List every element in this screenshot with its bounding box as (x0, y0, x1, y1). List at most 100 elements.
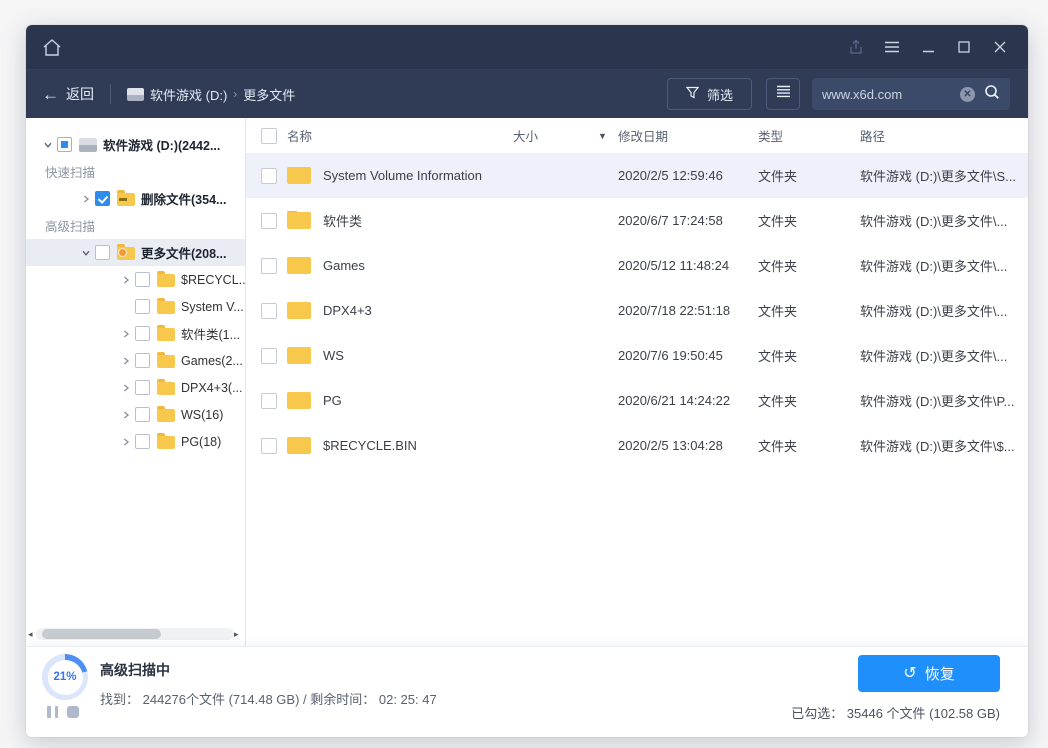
back-button[interactable]: ← 返回 (42, 84, 94, 104)
folder-icon (157, 301, 175, 314)
table-row[interactable]: $RECYCLE.BIN2020/2/5 13:04:28文件夹软件游戏 (D:… (246, 423, 1028, 468)
table-row[interactable]: PG2020/6/21 14:24:22文件夹软件游戏 (D:)\更多文件\P.… (246, 378, 1028, 423)
file-name: PG (323, 393, 342, 408)
tree-checkbox[interactable] (135, 326, 150, 341)
minimize-button[interactable] (910, 31, 946, 63)
folder-icon (157, 436, 175, 449)
breadcrumb-current[interactable]: 更多文件 (243, 85, 295, 104)
cell-name: Games (287, 257, 513, 274)
scroll-right-icon[interactable]: ▸ (234, 627, 242, 641)
scroll-left-icon[interactable]: ◂ (28, 627, 36, 641)
chevron-right-icon[interactable] (118, 329, 133, 339)
tree-item[interactable]: 删除文件(354... (26, 185, 245, 212)
breadcrumb-drive[interactable]: 软件游戏 (D:) (150, 85, 227, 104)
chevron-right-icon[interactable] (118, 275, 133, 285)
chevron-down-icon[interactable] (40, 140, 55, 150)
tree-item-label: 软件类(1... (181, 324, 240, 343)
chevron-right-icon[interactable] (118, 437, 133, 447)
cell-path: 软件游戏 (D:)\更多文件\... (860, 211, 1028, 230)
breadcrumb: 软件游戏 (D:) › 更多文件 (127, 85, 667, 104)
chevron-right-icon[interactable] (78, 194, 93, 204)
row-checkbox[interactable] (261, 168, 277, 184)
recover-label: 恢复 (925, 663, 955, 684)
column-header-path[interactable]: 路径 (860, 126, 1028, 145)
chevron-right-icon[interactable] (118, 356, 133, 366)
toolbar-divider (110, 84, 111, 104)
cell-type: 文件夹 (758, 301, 860, 320)
file-name: Games (323, 258, 365, 273)
file-name: $RECYCLE.BIN (323, 438, 417, 453)
tree-checkbox[interactable] (135, 380, 150, 395)
cell-type: 文件夹 (758, 346, 860, 365)
minimize-icon (922, 41, 935, 54)
back-arrow-icon: ← (42, 86, 59, 103)
table-row[interactable]: DPX4+32020/7/18 22:51:18文件夹软件游戏 (D:)\更多文… (246, 288, 1028, 333)
chevron-down-icon[interactable] (78, 248, 93, 258)
column-header-type[interactable]: 类型 (758, 126, 860, 145)
tree-checkbox[interactable] (95, 245, 110, 260)
close-icon (994, 41, 1006, 53)
row-checkbox[interactable] (261, 213, 277, 229)
tree-checkbox[interactable] (135, 299, 150, 314)
tree-item[interactable]: 软件游戏 (D:)(2442... (26, 131, 245, 158)
tree-checkbox[interactable] (135, 434, 150, 449)
search-input[interactable] (822, 87, 960, 102)
row-checkbox[interactable] (261, 258, 277, 274)
folder-icon (287, 212, 311, 229)
tree-checkbox[interactable] (57, 137, 72, 152)
tree-item-label: 软件游戏 (D:)(2442... (103, 135, 220, 154)
share-button[interactable] (838, 31, 874, 63)
column-header-modified[interactable]: 修改日期 (618, 126, 758, 145)
column-header-size[interactable]: 大小 ▼ (513, 126, 618, 145)
tree-item[interactable]: WS(16) (26, 401, 245, 428)
table-row[interactable]: Games2020/5/12 11:48:24文件夹软件游戏 (D:)\更多文件… (246, 243, 1028, 288)
home-button[interactable] (34, 31, 70, 63)
tree-checkbox[interactable] (135, 272, 150, 287)
tree-item[interactable]: DPX4+3(... (26, 374, 245, 401)
tree-item-label: 删除文件(354... (141, 189, 226, 208)
close-button[interactable] (982, 31, 1018, 63)
tree-checkbox[interactable] (135, 353, 150, 368)
scrollbar-track[interactable] (36, 628, 234, 640)
select-all-checkbox[interactable] (261, 128, 277, 144)
row-checkbox[interactable] (261, 303, 277, 319)
maximize-button[interactable] (946, 31, 982, 63)
table-row[interactable]: 软件类2020/6/7 17:24:58文件夹软件游戏 (D:)\更多文件\..… (246, 198, 1028, 243)
search-icon[interactable] (984, 84, 1000, 105)
scrollbar-thumb[interactable] (42, 629, 161, 639)
tree-item[interactable]: $RECYCL... (26, 266, 245, 293)
table-row[interactable]: System Volume Information2020/2/5 12:59:… (246, 153, 1028, 198)
pause-button[interactable] (47, 706, 58, 718)
tree-item[interactable]: 软件类(1... (26, 320, 245, 347)
tree-item[interactable]: Games(2... (26, 347, 245, 374)
cell-name: WS (287, 347, 513, 364)
chevron-right-icon[interactable] (118, 410, 133, 420)
tree-item[interactable]: 更多文件(208... (26, 239, 245, 266)
tree-item[interactable]: PG(18) (26, 428, 245, 455)
table-row[interactable]: WS 2020/7/6 19:50:45文件夹软件游戏 (D:)\更多文件\... (246, 333, 1028, 378)
tree-checkbox[interactable] (135, 407, 150, 422)
sidebar-horizontal-scrollbar[interactable]: ◂ ▸ (28, 627, 242, 641)
restore-icon: ↺ (903, 666, 916, 682)
sort-arrow-icon[interactable]: ▼ (598, 131, 607, 141)
view-mode-button[interactable] (766, 78, 800, 110)
tree-checkbox[interactable] (95, 191, 110, 206)
cell-name: DPX4+3 (287, 302, 513, 319)
chevron-right-icon[interactable] (118, 383, 133, 393)
recover-button[interactable]: ↺ 恢复 (858, 655, 1000, 692)
menu-button[interactable] (874, 31, 910, 63)
cell-modified: 2020/7/6 19:50:45 (618, 348, 758, 363)
cell-path: 软件游戏 (D:)\更多文件\... (860, 346, 1028, 365)
row-checkbox[interactable] (261, 348, 277, 364)
filter-button[interactable]: 筛选 (667, 78, 752, 110)
clear-search-icon[interactable]: ✕ (960, 87, 975, 102)
folder-icon (287, 167, 311, 184)
cell-type: 文件夹 (758, 211, 860, 230)
tree-item[interactable]: System V... (26, 293, 245, 320)
row-checkbox[interactable] (261, 393, 277, 409)
cell-name: 软件类 (287, 211, 513, 230)
column-header-name[interactable]: 名称 (287, 126, 513, 145)
sidebar-section-label: 高级扫描 (26, 212, 245, 239)
row-checkbox[interactable] (261, 438, 277, 454)
stop-button[interactable] (67, 706, 79, 718)
